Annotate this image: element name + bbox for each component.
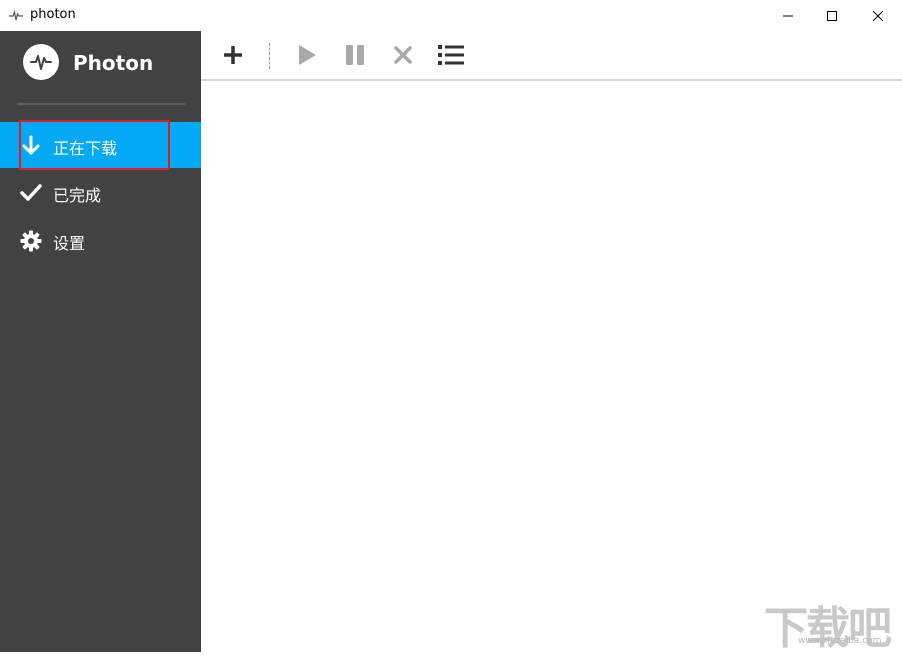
watermark-url: www.xiazaiba.com [798, 636, 882, 646]
pulse-logo-icon [23, 44, 59, 80]
maximize-button[interactable] [809, 0, 855, 31]
pause-icon [346, 45, 364, 65]
app-window: photon Photon 正在下载 已完成 设置 下载吧 www.xiazai… [0, 0, 902, 654]
pause-button[interactable] [340, 40, 370, 70]
check-icon [20, 182, 42, 204]
add-download-button[interactable] [218, 40, 248, 70]
watermark: 下载吧 www.xiazaiba.com [764, 592, 902, 654]
title-bar[interactable]: photon [0, 0, 902, 31]
app-pulse-icon [9, 8, 23, 22]
sidebar-item-settings[interactable]: 设置 [0, 217, 201, 263]
close-window-icon [872, 10, 884, 21]
close-icon [394, 46, 412, 64]
sidebar-item-label: 已完成 [53, 186, 102, 205]
sidebar-item-label: 正在下载 [53, 139, 118, 158]
arrow-down-icon [20, 135, 42, 157]
sidebar: Photon 正在下载 已完成 设置 [0, 31, 201, 652]
play-icon [299, 45, 316, 65]
gear-icon [20, 230, 42, 252]
sidebar-item-completed[interactable]: 已完成 [0, 169, 201, 215]
start-button[interactable] [291, 40, 321, 70]
toolbar-separator [269, 43, 270, 69]
maximize-icon [827, 10, 837, 21]
sidebar-item-downloading[interactable]: 正在下载 [0, 122, 201, 168]
close-window-button[interactable] [855, 0, 901, 31]
minimize-icon [783, 15, 793, 16]
brand-name: Photon [73, 51, 154, 75]
list-icon [438, 45, 464, 65]
list-button[interactable] [436, 40, 466, 70]
sidebar-item-label: 设置 [53, 234, 86, 253]
minimize-button[interactable] [765, 0, 811, 31]
download-list-area [201, 81, 902, 652]
plus-icon [224, 46, 242, 64]
window-title: photon [30, 7, 76, 22]
cancel-button[interactable] [388, 40, 418, 70]
toolbar [201, 31, 902, 81]
sidebar-divider [17, 103, 185, 105]
brand-header: Photon [0, 31, 201, 103]
watermark-text: 下载吧 [764, 603, 892, 654]
